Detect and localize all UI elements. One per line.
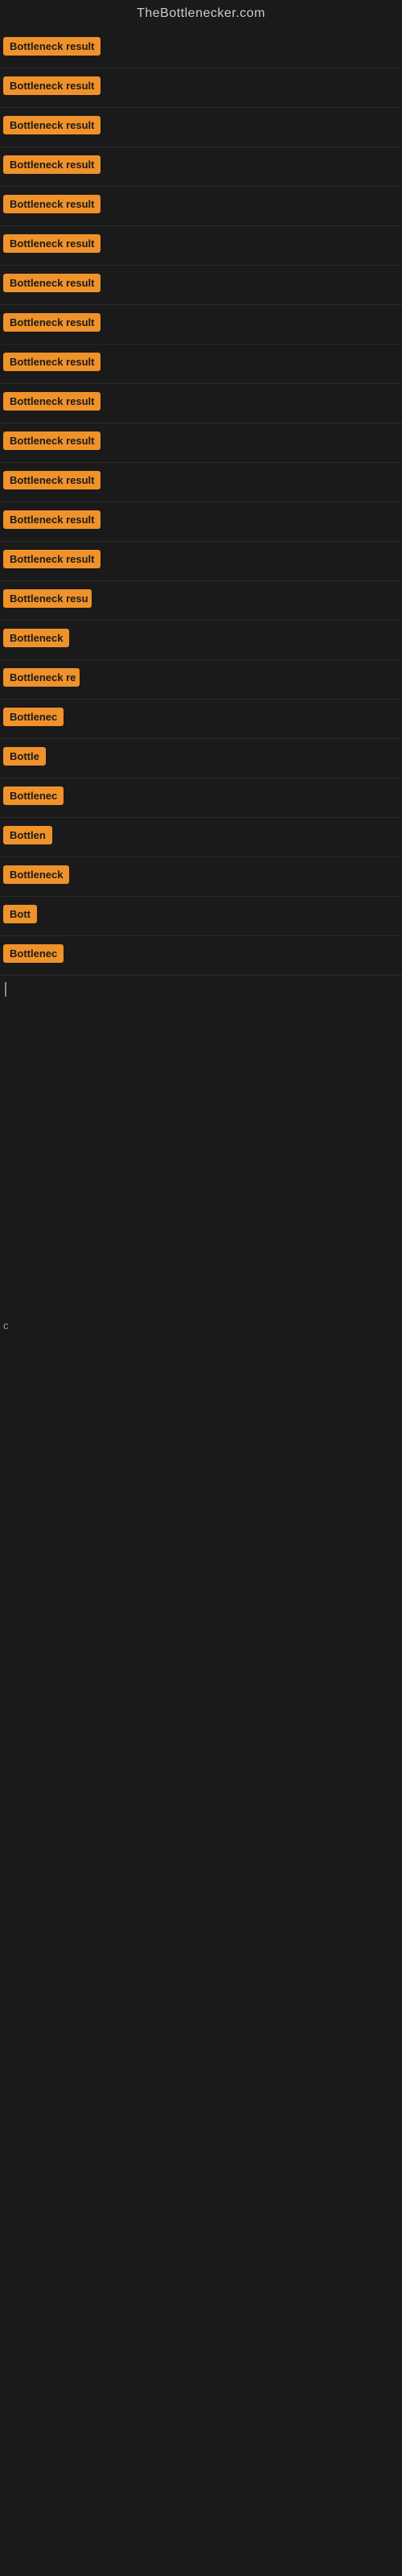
- bottleneck-badge[interactable]: Bottleneck result: [3, 510, 100, 529]
- bottleneck-row: Bottleneck result: [0, 68, 402, 108]
- bottleneck-badge[interactable]: Bottleneck result: [3, 234, 100, 253]
- bottleneck-badge[interactable]: Bottleneck result: [3, 76, 100, 95]
- bottleneck-row: Bottleneck result: [0, 226, 402, 266]
- bottleneck-badge[interactable]: Bottleneck result: [3, 37, 100, 56]
- bottleneck-badge[interactable]: Bottlenec: [3, 944, 64, 963]
- bottleneck-badge[interactable]: Bottleneck result: [3, 431, 100, 450]
- bottleneck-row: Bottleneck result: [0, 384, 402, 423]
- bottleneck-row: Bottlenec: [0, 778, 402, 818]
- bottleneck-badge[interactable]: Bott: [3, 905, 37, 923]
- bottleneck-badge[interactable]: Bottle: [3, 747, 46, 766]
- bottleneck-badge[interactable]: Bottleneck result: [3, 550, 100, 568]
- bottleneck-row: Bottleneck result: [0, 29, 402, 68]
- page-container: TheBottlenecker.com Bottleneck result Bot…: [0, 0, 402, 2576]
- bottleneck-row: Bottle: [0, 739, 402, 778]
- bottleneck-row: Bottlenec: [0, 700, 402, 739]
- blank-section-1: [0, 1007, 402, 1313]
- bottleneck-badge[interactable]: Bottleneck re: [3, 668, 80, 687]
- bottleneck-row: Bottlen: [0, 818, 402, 857]
- bottleneck-row: Bottleneck result: [0, 187, 402, 226]
- bottleneck-row: Bott: [0, 897, 402, 936]
- bottleneck-badge[interactable]: Bottleneck: [3, 629, 69, 647]
- bottleneck-badge[interactable]: Bottlenec: [3, 786, 64, 805]
- bottleneck-badge[interactable]: Bottlen: [3, 826, 52, 844]
- site-title: TheBottlenecker.com: [0, 0, 402, 29]
- bottleneck-row: Bottleneck result: [0, 423, 402, 463]
- bottleneck-row: Bottleneck resu: [0, 581, 402, 621]
- bottleneck-badge[interactable]: Bottleneck result: [3, 155, 100, 174]
- bottleneck-row: Bottleneck: [0, 857, 402, 897]
- bottleneck-row: Bottleneck result: [0, 463, 402, 502]
- bottleneck-row: Bottleneck result: [0, 305, 402, 345]
- bottleneck-badge[interactable]: Bottleneck result: [3, 392, 100, 411]
- bottleneck-badge[interactable]: Bottleneck result: [3, 195, 100, 213]
- bottleneck-badge[interactable]: Bottleneck result: [3, 471, 100, 489]
- bottleneck-badge[interactable]: Bottlenec: [3, 708, 64, 726]
- blank-section-2: [0, 1338, 402, 1821]
- bottleneck-badge[interactable]: Bottleneck resu: [3, 589, 92, 608]
- bottleneck-badge[interactable]: Bottleneck result: [3, 116, 100, 134]
- bottleneck-row: Bottleneck result: [0, 502, 402, 542]
- cursor-line: [0, 976, 402, 1007]
- bottleneck-row: Bottleneck result: [0, 108, 402, 147]
- bottleneck-row: Bottleneck: [0, 621, 402, 660]
- bottleneck-badge[interactable]: Bottleneck result: [3, 313, 100, 332]
- bottleneck-row: Bottleneck re: [0, 660, 402, 700]
- bottleneck-row: Bottleneck result: [0, 266, 402, 305]
- bottleneck-badge[interactable]: Bottleneck: [3, 865, 69, 884]
- bottleneck-row: Bottleneck result: [0, 345, 402, 384]
- trailing-char: c: [0, 1313, 402, 1338]
- bottleneck-badge[interactable]: Bottleneck result: [3, 353, 100, 371]
- bottleneck-row: Bottleneck result: [0, 542, 402, 581]
- bottleneck-row: Bottleneck result: [0, 147, 402, 187]
- bottleneck-row: Bottlenec: [0, 936, 402, 976]
- bottleneck-badge[interactable]: Bottleneck result: [3, 274, 100, 292]
